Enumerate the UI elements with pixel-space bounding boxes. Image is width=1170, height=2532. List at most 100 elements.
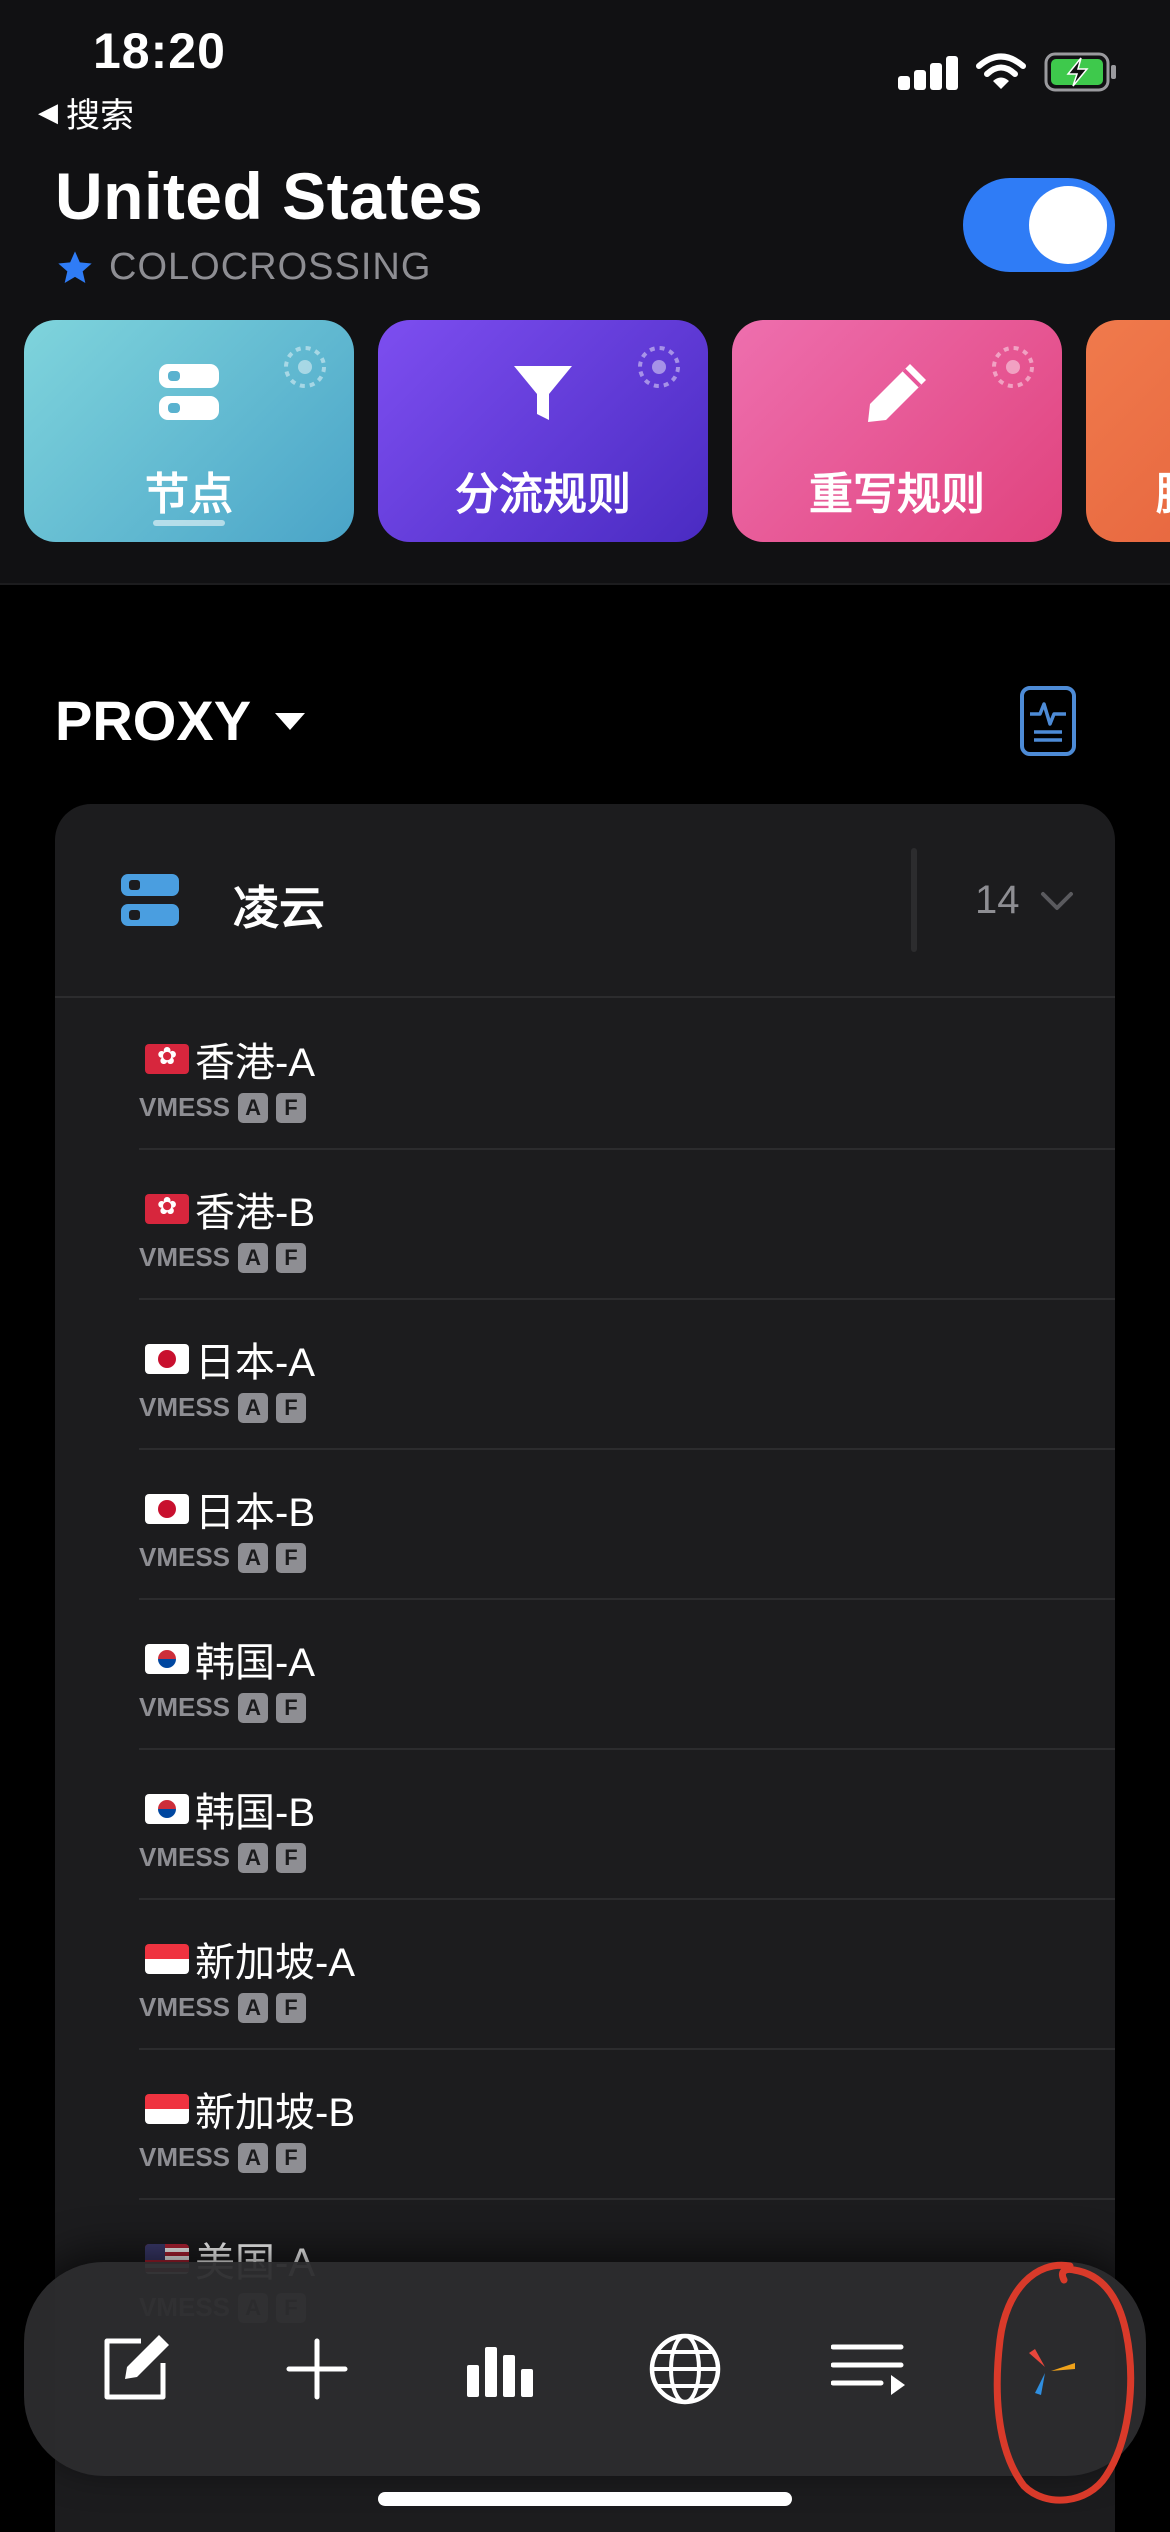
node-label: 韩国-A [195,1641,315,1685]
flag-sg-icon [145,1944,189,1974]
node-protocol: VMESS [139,1992,231,2022]
node-tag: F [276,1842,307,1873]
card-script[interactable]: 脚 [1086,320,1170,542]
battery-charging-icon [1044,52,1116,92]
back-to-search-link[interactable]: ◀ 搜索 [38,88,134,137]
add-icon [286,2338,348,2400]
globe-button[interactable] [640,2324,730,2414]
node-protocol: VMESS [139,1542,231,1572]
playlist-icon [831,2344,905,2395]
node-row[interactable]: 新加坡-B VMESS A F [139,2050,1115,2200]
flag-sg-icon [145,2094,189,2124]
node-tag: F [276,1092,307,1123]
toggle-knob [1029,186,1107,264]
card-routing-rules[interactable]: 分流规则 [378,320,708,542]
node-meta: VMESSAF [139,1992,307,2023]
node-tag: A [238,1092,269,1123]
node-tag: F [276,1692,307,1723]
app-logo-icon [1029,2349,1075,2395]
flag-kr-icon [145,1644,189,1674]
proxy-group-selector[interactable]: PROXY [55,688,307,753]
node-name: 新加坡-A [145,1930,355,1988]
node-row[interactable]: 新加坡-A VMESS A F [139,1900,1115,2050]
node-label: 日本-A [195,1341,315,1385]
flag-kr-icon [145,1794,189,1824]
group-header[interactable]: 凌云 14 [55,804,1115,998]
node-name: 日本-B [145,1480,315,1538]
star-icon [58,250,92,283]
card-nodes-label: 节点 [145,470,233,519]
back-label: 搜索 [66,97,134,135]
node-name: 韩国-B [145,1780,315,1838]
card-rewrite-rules-label: 重写规则 [809,470,985,519]
node-row[interactable]: 韩国-B VMESS A F [139,1750,1115,1900]
node-name: 香港-B [145,1180,315,1238]
card-nodes[interactable]: 节点 [24,320,354,542]
stats-button[interactable] [456,2324,546,2414]
node-tag: F [276,1992,307,2023]
flag-hk-icon [145,1194,189,1224]
node-meta: VMESSAF [139,1392,307,1423]
node-tag: A [238,1392,269,1423]
node-meta: VMESSAF [139,1692,307,1723]
server-icon [159,364,219,420]
vpn-toggle[interactable] [963,178,1115,272]
node-protocol: VMESS [139,1392,231,1422]
server-icon [121,874,179,926]
node-protocol: VMESS [139,1242,231,1272]
card-rewrite-rules[interactable]: 重写规则 [732,320,1062,542]
status-time: 18:20 [93,23,226,79]
node-name: 日本-A [145,1330,315,1388]
wifi-icon [976,53,1026,89]
edit-button[interactable] [90,2324,180,2414]
status-icons [898,52,1118,92]
node-row[interactable]: 香港-B VMESSAF [139,1150,1115,1300]
card-script-label: 脚 [1156,458,1170,522]
section-title: PROXY [55,689,252,752]
node-row[interactable]: 香港-A VMESSAF [139,1000,1115,1150]
divider [911,848,917,952]
globe-icon [649,2333,721,2405]
stats-icon [467,2347,533,2397]
provider-name: COLOCROSSING [109,246,432,288]
node-meta: VMESSAF [139,1092,307,1123]
app-logo-button[interactable] [1004,2324,1094,2414]
dropdown-caret-icon [275,712,306,730]
node-row[interactable]: 韩国-A VMESS A F [139,1600,1115,1750]
node-protocol: VMESS [139,1692,231,1722]
node-tag: A [238,1992,269,2023]
node-tag: F [276,1542,307,1573]
flag-jp-icon [145,1344,189,1374]
chevron-down-icon[interactable] [1040,890,1074,912]
feature-cards: 节点 分流规则 重写规则 [24,320,1170,542]
add-button[interactable] [272,2324,362,2414]
status-ring-icon [638,346,680,388]
node-tag: A [238,2142,269,2173]
group-node-count: 14 [975,878,1020,922]
selected-indicator [153,520,225,526]
node-tag: A [238,1242,269,1273]
node-tag: A [238,1842,269,1873]
node-protocol: VMESS [139,2142,231,2172]
cellular-signal-icon [898,54,958,90]
node-name: 香港-A [145,1030,315,1088]
node-name: 韩国-A [145,1630,315,1688]
node-name: 新加坡-B [145,2080,355,2138]
flag-jp-icon [145,1494,189,1524]
group-name: 凌云 [233,882,325,934]
node-meta: VMESSAF [139,1542,307,1573]
node-row[interactable]: 日本-B VMESS A F [139,1450,1115,1600]
edit-icon [104,2335,169,2400]
node-tag: F [276,2142,307,2173]
activity-report-button[interactable] [1020,686,1076,756]
node-row[interactable]: 日本-A VMESS A F [139,1300,1115,1450]
node-meta: VMESSAF [139,2142,307,2173]
page-title: United States [55,159,484,233]
node-label: 新加坡-B [195,2091,355,2135]
pencil-icon [868,364,926,422]
back-arrow-icon: ◀ [38,97,58,127]
node-meta: VMESSAF [139,1242,307,1273]
playlist-button[interactable] [824,2324,914,2414]
node-tag: F [276,1242,307,1273]
node-list: 香港-AVMESSAF香港-BVMESSAF日本-AVMESSAF日本-BVME… [55,1000,1115,2350]
